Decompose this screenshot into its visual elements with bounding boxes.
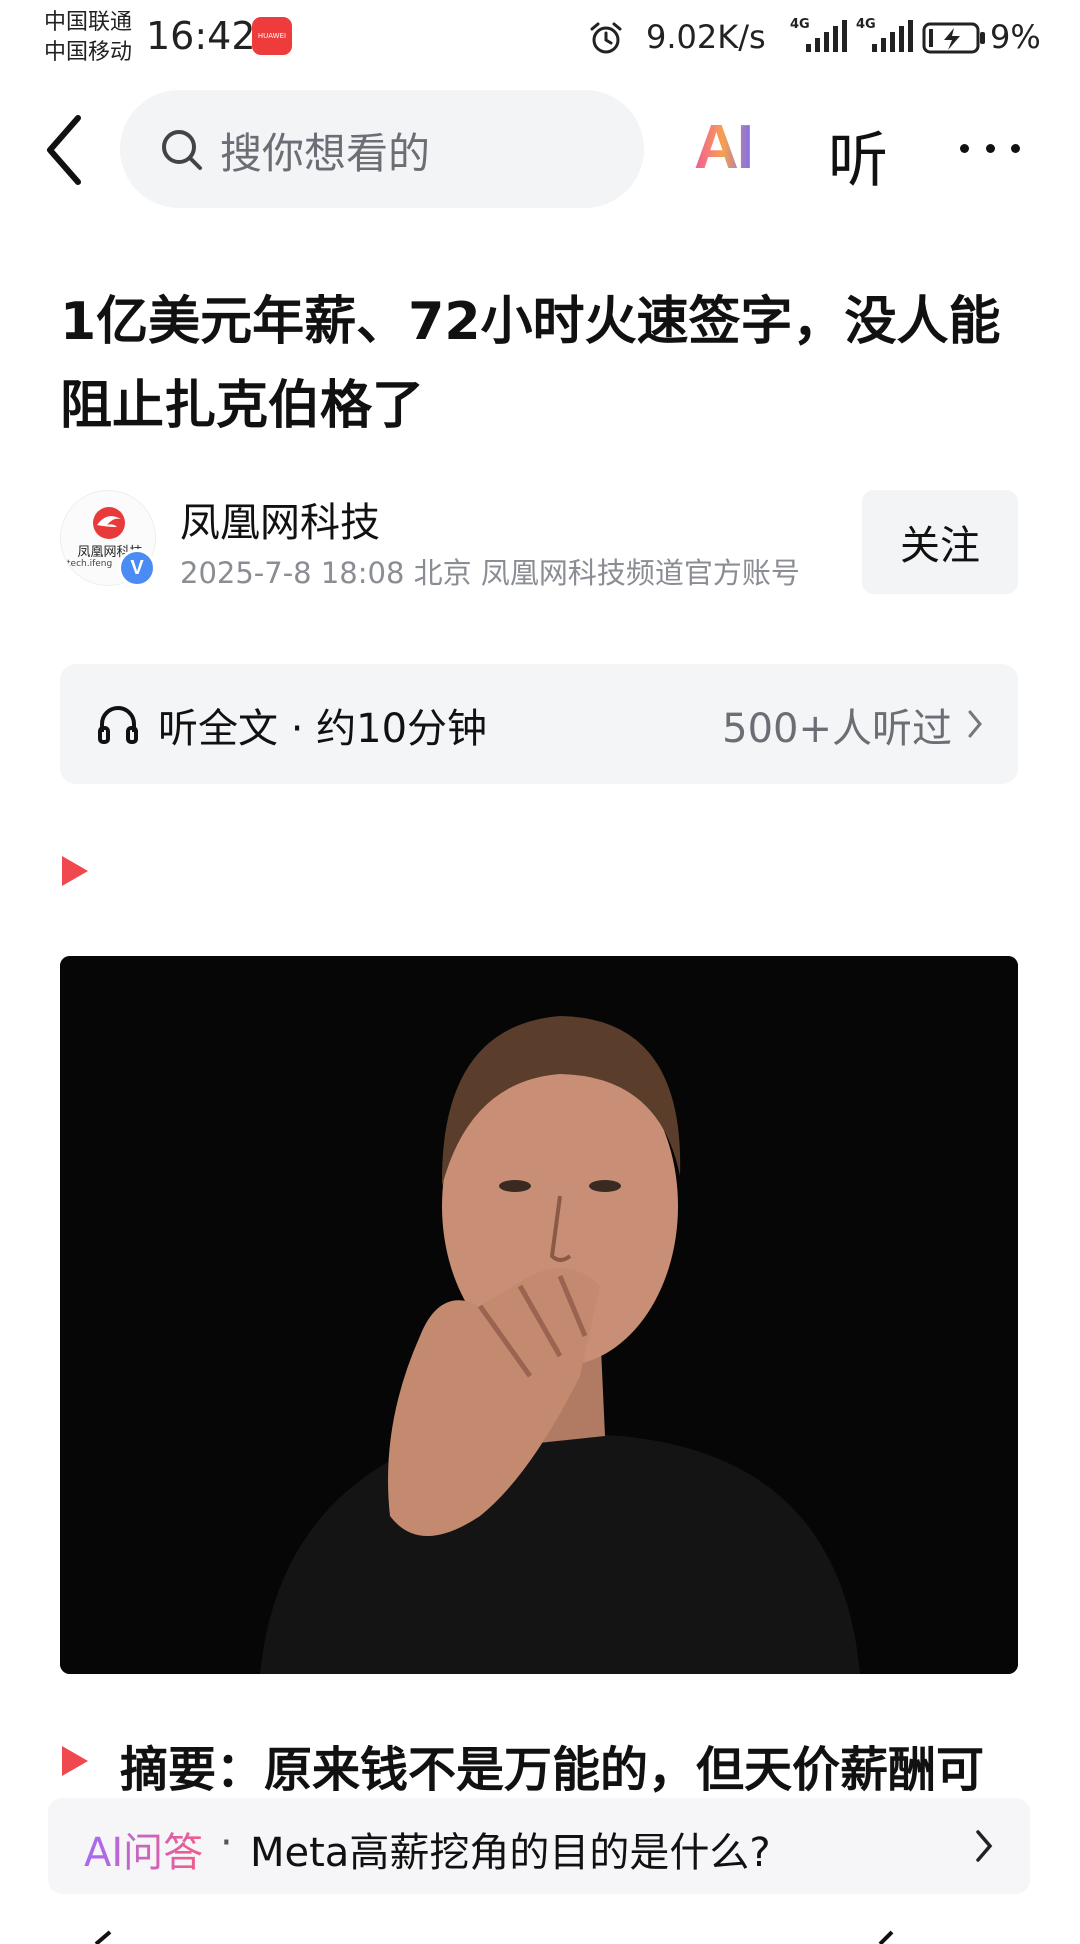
listen-button[interactable]: 听 (828, 112, 888, 199)
ai-qa-question: Meta高薪挖角的目的是什么? (250, 1830, 771, 1876)
search-placeholder: 搜你想看的 (220, 129, 431, 178)
ifeng-logo-icon (93, 507, 125, 539)
bottom-toolbar-peek (94, 1930, 894, 1944)
ai-qa-tag: AI问答 (84, 1820, 203, 1878)
battery-percentage: 9% (990, 18, 1041, 56)
listen-full-text-bar[interactable]: 听全文 · 约10分钟 500+人听过 (60, 664, 1018, 784)
search-icon (162, 130, 202, 170)
search-input[interactable]: 搜你想看的 (120, 90, 644, 208)
author-name[interactable]: 凤凰网科技 (180, 490, 380, 548)
article-title: 1亿美元年薪、72小时火速签字，没人能阻止扎克伯格了 (60, 292, 1001, 436)
chevron-right-icon (968, 710, 982, 738)
follow-button[interactable]: 关注 (862, 490, 1018, 594)
headphones-icon (98, 706, 138, 744)
article-meta: 2025-7-8 18:08 北京 凤凰网科技频道官方账号 (180, 556, 800, 590)
article-photo[interactable] (60, 956, 1018, 1674)
battery-icon (922, 22, 985, 54)
huawei-app-icon: HUAWEI (252, 17, 292, 55)
status-bar: 中国联通 中国移动 16:42 HUAWEI 9.02K/s 4G 4G 9% (0, 0, 1080, 80)
carrier-info: 中国联通 中国移动 (44, 8, 132, 68)
listen-full-text-label: 听全文 · 约10分钟 (158, 706, 488, 752)
play-marker-icon (62, 1746, 88, 1776)
article-summary: 摘要：原来钱不是万能的，但天价薪酬可 (120, 1742, 985, 1798)
carrier-2: 中国移动 (44, 40, 133, 65)
back-icon[interactable] (40, 110, 90, 190)
clock: 16:42 (146, 14, 256, 58)
avatar-logo-subtext: tech.ifeng (67, 559, 113, 569)
chevron-right-icon (976, 1830, 993, 1862)
network-speed: 9.02K/s (646, 18, 766, 56)
ai-qa-bar[interactable]: AI问答 · Meta高薪挖角的目的是什么? (48, 1798, 1030, 1894)
signal-strength-1-icon: 4G (790, 18, 854, 54)
carrier-1: 中国联通 (44, 10, 133, 35)
play-marker-icon (62, 856, 88, 886)
ai-qa-separator: · (220, 1820, 233, 1866)
more-icon[interactable] (960, 140, 1020, 156)
listener-count: 500+人听过 (722, 706, 952, 752)
ai-assistant-button[interactable]: AI (694, 112, 754, 183)
alarm-icon (590, 22, 622, 54)
signal-strength-2-icon: 4G (856, 18, 920, 54)
verified-icon: V (118, 549, 156, 587)
